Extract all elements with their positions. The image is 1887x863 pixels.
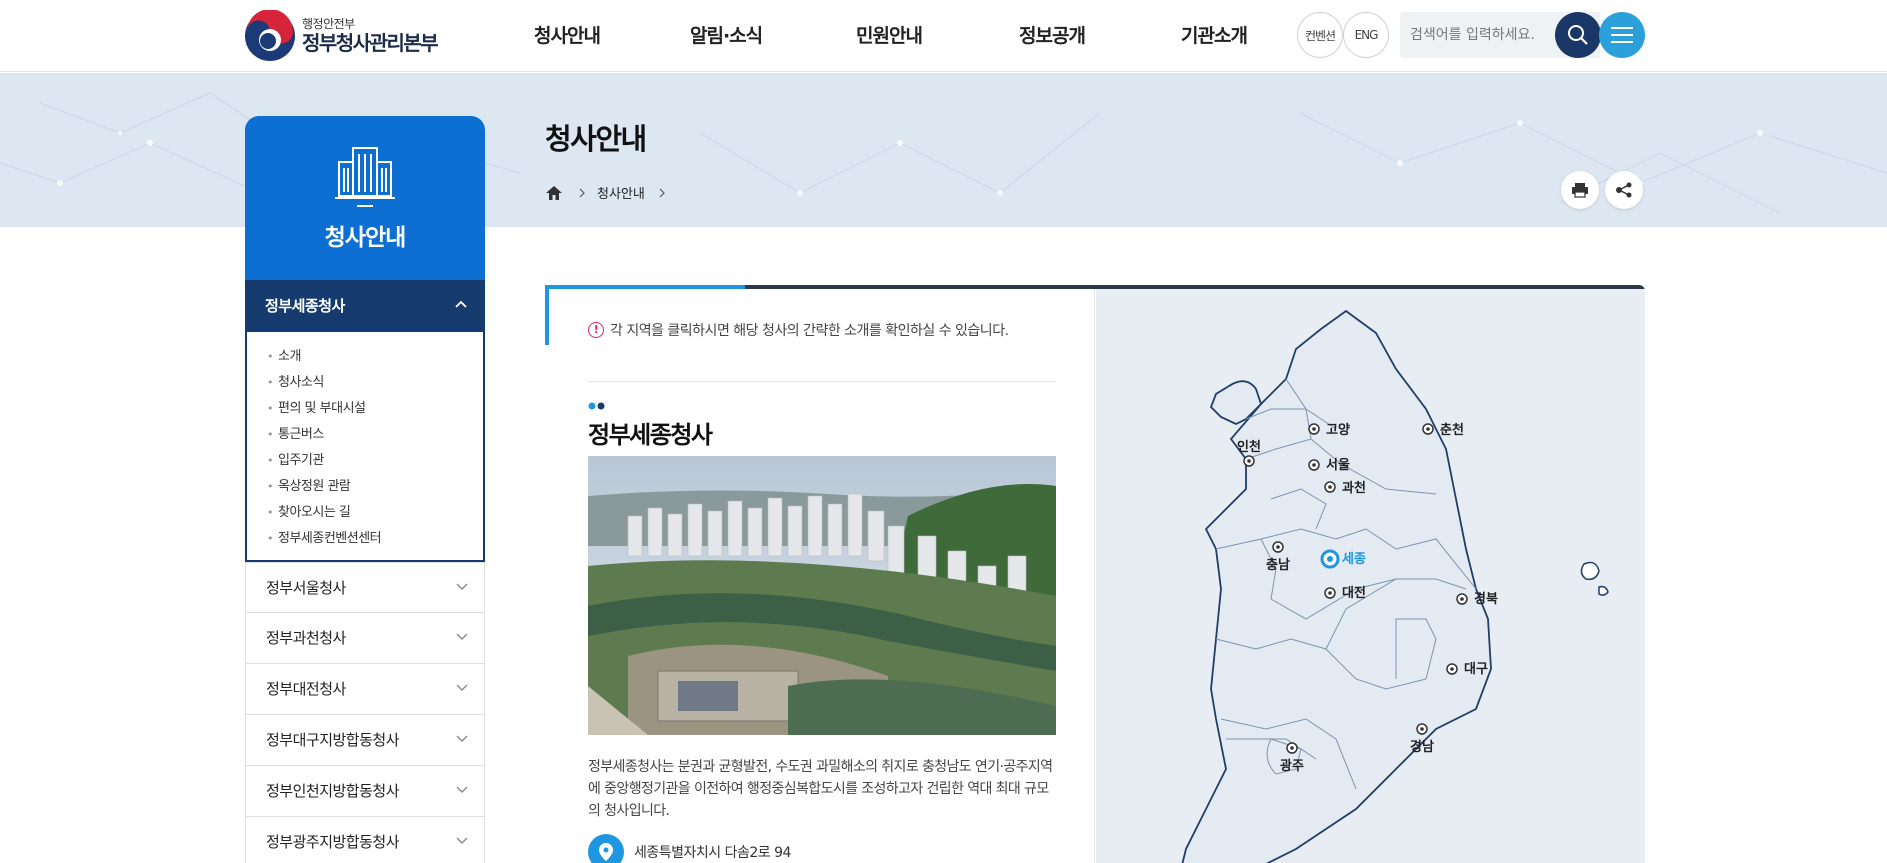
chevron-down-icon	[456, 786, 468, 793]
korea-map-svg: 인천 고양 서울 과천 춘천 충남 세종 대전 경북 대구 경남 광주	[1181, 309, 1609, 863]
share-icon	[1616, 182, 1632, 198]
building-name: 정부세종청사	[588, 421, 713, 449]
submenu-item-rooftop-garden[interactable]: 옥상정원 관람	[267, 474, 483, 500]
hamburger-icon	[1611, 27, 1633, 43]
sidebar-item-label: 정부서울청사	[266, 579, 346, 597]
breadcrumb-item[interactable]: 청사안내	[597, 183, 645, 202]
sidebar-item-sejong[interactable]: 정부세종청사	[245, 280, 485, 332]
english-button[interactable]: ENG	[1343, 12, 1389, 58]
building-description: 정부세종청사는 분권과 균형발전, 수도권 과밀해소의 취지로 충청남도 연기·…	[588, 759, 1053, 819]
sidebar-item-label: 정부세종청사	[265, 297, 345, 315]
logo-title: 정부청사관리본부	[302, 30, 439, 55]
sidebar-item-label: 정부대구지방합동청사	[266, 731, 400, 749]
notice-accent-bar	[545, 289, 549, 345]
chevron-down-icon	[456, 837, 468, 844]
city-label: 과천	[1342, 481, 1366, 496]
chevron-up-icon	[455, 300, 467, 308]
site-header: 행정안전부 정부청사관리본부 청사안내 알림·소식 민원안내 정보공개 기관소개…	[0, 0, 1887, 72]
address-text: 세종특별자치시 다솜2로 94	[634, 845, 791, 861]
sidebar-header: 청사안내	[245, 116, 485, 280]
nav-item-disclosure[interactable]: 정보공개	[1019, 0, 1109, 72]
nav-item-building-info[interactable]: 청사안내	[534, 0, 614, 72]
city-label: 광주	[1280, 759, 1304, 774]
sidebar-title: 청사안내	[324, 225, 407, 251]
sidebar-submenu: 소개 청사소식 편의 및 부대시설 통근버스 입주기관 옥상정원 관람 찾아오시…	[245, 332, 485, 562]
map-city-sejong[interactable]: 세종	[1320, 549, 1366, 569]
map-city-seoul[interactable]: 서울	[1308, 457, 1350, 473]
divider	[588, 381, 1056, 382]
chevron-down-icon	[456, 735, 468, 742]
submenu-item-shuttle-bus[interactable]: 통근버스	[267, 422, 483, 448]
alert-icon: !	[588, 322, 604, 338]
submenu-item-facilities[interactable]: 편의 및 부대시설	[267, 396, 483, 422]
city-label: 인천	[1237, 439, 1261, 455]
sidebar-item-label: 정부광주지방합동청사	[266, 833, 400, 851]
submenu-item-directions[interactable]: 찾아오시는 길	[267, 500, 483, 526]
city-label: 경남	[1410, 739, 1434, 755]
sidebar-item-gwacheon[interactable]: 정부과천청사	[245, 613, 485, 664]
home-icon[interactable]	[545, 185, 563, 201]
site-logo[interactable]: 행정안전부 정부청사관리본부	[244, 6, 454, 66]
sidebar-item-label: 정부과천청사	[266, 629, 346, 647]
map-notice: ! 각 지역을 클릭하시면 해당 청사의 간략한 소개를 확인하실 수 있습니다…	[588, 320, 1009, 340]
chevron-right-icon	[579, 188, 585, 197]
chevron-down-icon	[456, 633, 468, 640]
sidebar-item-daegu[interactable]: 정부대구지방합동청사	[245, 715, 485, 766]
search-button[interactable]	[1555, 12, 1601, 58]
sidebar-item-label: 정부인천지방합동청사	[266, 782, 400, 800]
sidebar-item-gwangju[interactable]: 정부광주지방합동청사	[245, 817, 485, 863]
breadcrumb: 청사안내	[545, 183, 667, 202]
submenu-item-agencies[interactable]: 입주기관	[267, 448, 483, 474]
city-label: 고양	[1326, 423, 1350, 438]
logo-subtitle: 행정안전부	[302, 17, 355, 32]
chevron-down-icon	[456, 684, 468, 691]
taegeuk-logo-icon	[244, 9, 296, 62]
page-title: 청사안내	[545, 122, 647, 156]
map-city-gyeongbuk[interactable]: 경북	[1456, 591, 1498, 607]
sidebar-item-daejeon[interactable]: 정부대전청사	[245, 664, 485, 715]
notice-text: 각 지역을 클릭하시면 해당 청사의 간략한 소개를 확인하실 수 있습니다.	[610, 323, 1009, 339]
city-label: 서울	[1326, 457, 1350, 473]
print-button[interactable]	[1561, 171, 1599, 209]
city-label: 충남	[1266, 557, 1290, 573]
building-photo	[588, 456, 1056, 735]
nav-item-about[interactable]: 기관소개	[1181, 0, 1271, 72]
building-address: 세종특별자치시 다솜2로 94	[588, 834, 791, 863]
submenu-item-news[interactable]: 청사소식	[267, 370, 483, 396]
convention-button[interactable]: 컨벤션	[1297, 12, 1343, 58]
sidebar-item-seoul[interactable]: 정부서울청사	[245, 562, 485, 613]
city-label-selected: 세종	[1342, 552, 1366, 567]
sidebar-item-label: 정부대전청사	[266, 680, 346, 698]
panel-accent-bar	[545, 285, 745, 289]
page: { "header": { "logo_sub": "행정안전부", "logo…	[0, 0, 1887, 863]
map-city-daejeon[interactable]: 대전	[1324, 585, 1366, 601]
share-button[interactable]	[1605, 171, 1643, 209]
city-label: 대전	[1342, 585, 1366, 601]
chevron-down-icon	[456, 583, 468, 590]
search-icon	[1568, 25, 1588, 45]
chevron-right-icon	[659, 188, 665, 197]
korea-map: 인천 고양 서울 과천 춘천 충남 세종 대전 경북 대구 경남 광주	[1096, 289, 1645, 863]
print-icon	[1572, 183, 1588, 198]
location-pin-icon	[588, 834, 624, 863]
nav-item-news[interactable]: 알림·소식	[690, 0, 790, 72]
sidebar-item-incheon[interactable]: 정부인천지방합동청사	[245, 766, 485, 817]
city-label: 대구	[1464, 662, 1488, 677]
all-menu-button[interactable]	[1599, 12, 1645, 58]
title-dots-icon	[588, 402, 605, 410]
submenu-item-convention-center[interactable]: 정부세종컨벤션센터	[267, 526, 483, 552]
city-label: 경북	[1474, 591, 1498, 607]
nav-item-civil[interactable]: 민원안내	[856, 0, 946, 72]
submenu-item-intro[interactable]: 소개	[267, 344, 483, 370]
building-icon	[335, 147, 395, 207]
city-label: 춘천	[1440, 423, 1464, 438]
